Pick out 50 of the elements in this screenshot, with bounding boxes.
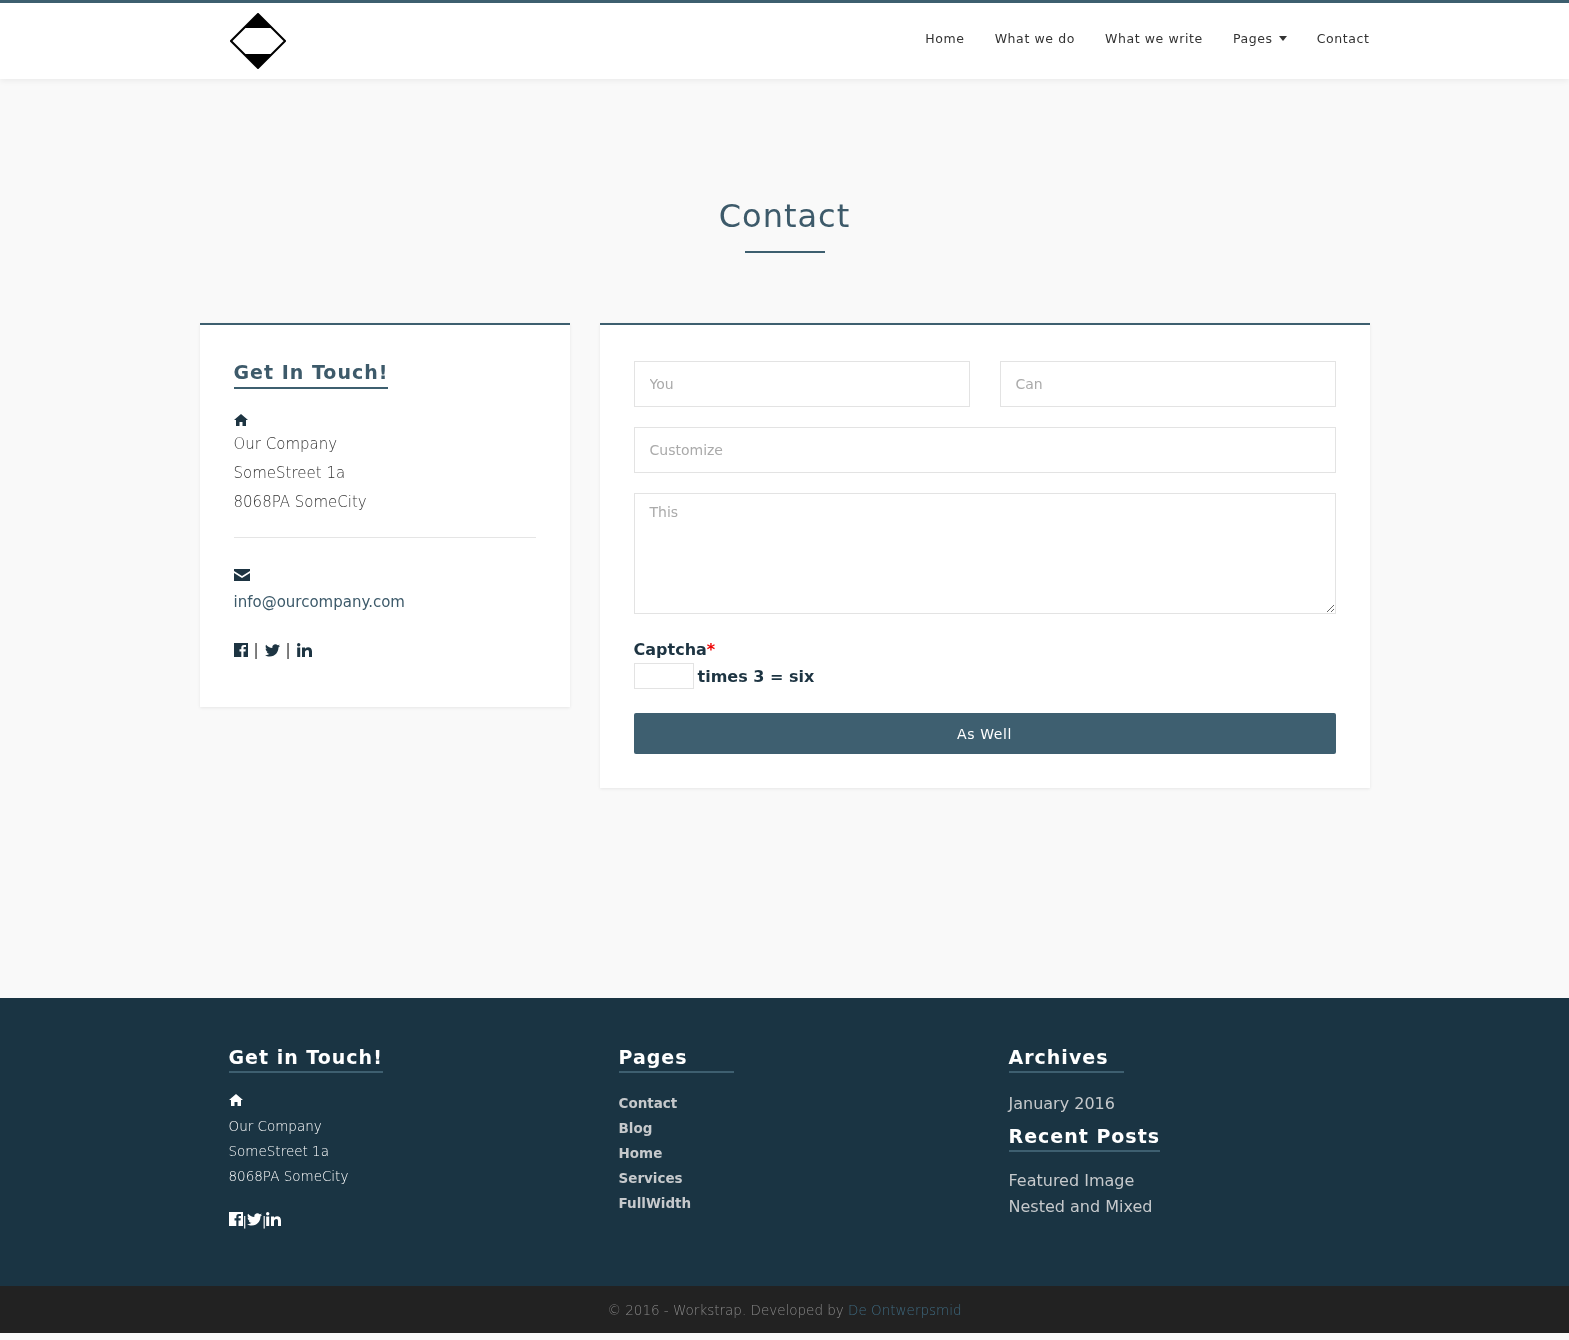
nav-link[interactable]: What we do [994,30,1075,46]
captcha-field[interactable] [633,663,694,689]
page-title: Contact [718,197,851,237]
separator: | [285,641,291,659]
footer-link[interactable]: January 2016 [1008,1091,1115,1117]
address-line: 8068PA SomeCity [233,492,368,513]
footer-link[interactable]: Home [618,1141,663,1166]
footer-link[interactable]: Blog [618,1116,653,1141]
footer-link[interactable]: Nested and Mixed [1008,1194,1153,1220]
input-field[interactable]: You [633,361,970,407]
footer-link[interactable]: Featured Image [1008,1168,1135,1194]
footer-link[interactable]: FullWidth [618,1191,692,1216]
nav-link[interactable]: What we write [1104,30,1203,46]
address-line: 8068PA SomeCity [228,1167,349,1186]
message-field[interactable]: This [633,493,1336,614]
home-icon [228,1094,243,1106]
footer-link[interactable]: Services [618,1166,683,1191]
footer-heading: Pages [618,1046,734,1073]
facebook-icon[interactable] [228,1212,243,1226]
twitter-icon[interactable] [246,1213,262,1226]
email-link[interactable]: info@ourcompany.com [233,593,536,611]
separator: | [253,641,259,659]
linkedin-icon[interactable] [266,1212,282,1226]
address-line: SomeStreet 1a [233,463,347,484]
home-icon [233,414,248,426]
facebook-icon[interactable] [233,643,248,657]
input-field[interactable]: Can [999,361,1336,407]
copyright-text: © 2016 - Workstrap. Developed by De Ontwerpsmid [607,1301,962,1318]
linkedin-icon[interactable] [296,643,312,657]
envelope-icon [233,569,250,581]
logo-icon[interactable] [229,13,286,69]
footer-heading: Recent Posts [1008,1125,1161,1152]
card-heading: Get In Touch! [233,361,389,389]
nav-link[interactable]: Contact [1316,30,1370,46]
separator: | [261,1214,267,1229]
address-line: Our Company [228,1117,322,1136]
footer-heading: Archives [1008,1046,1124,1073]
nav-dropdown[interactable]: Pages [1232,30,1287,46]
submit-button[interactable]: As Well [633,713,1336,754]
caret-icon [1278,35,1287,41]
nav-link[interactable]: Home [925,30,965,46]
footer-link[interactable]: Contact [618,1091,678,1116]
address-line: Our Company [233,434,339,455]
input-field[interactable]: Customize [633,427,1336,473]
captcha-question: times 3 = six [697,666,815,686]
footer-heading: Get in Touch! [228,1046,383,1073]
twitter-icon[interactable] [264,643,280,657]
separator: | [242,1214,247,1229]
captcha-label: Captcha* [633,640,717,659]
address-line: SomeStreet 1a [228,1142,329,1161]
